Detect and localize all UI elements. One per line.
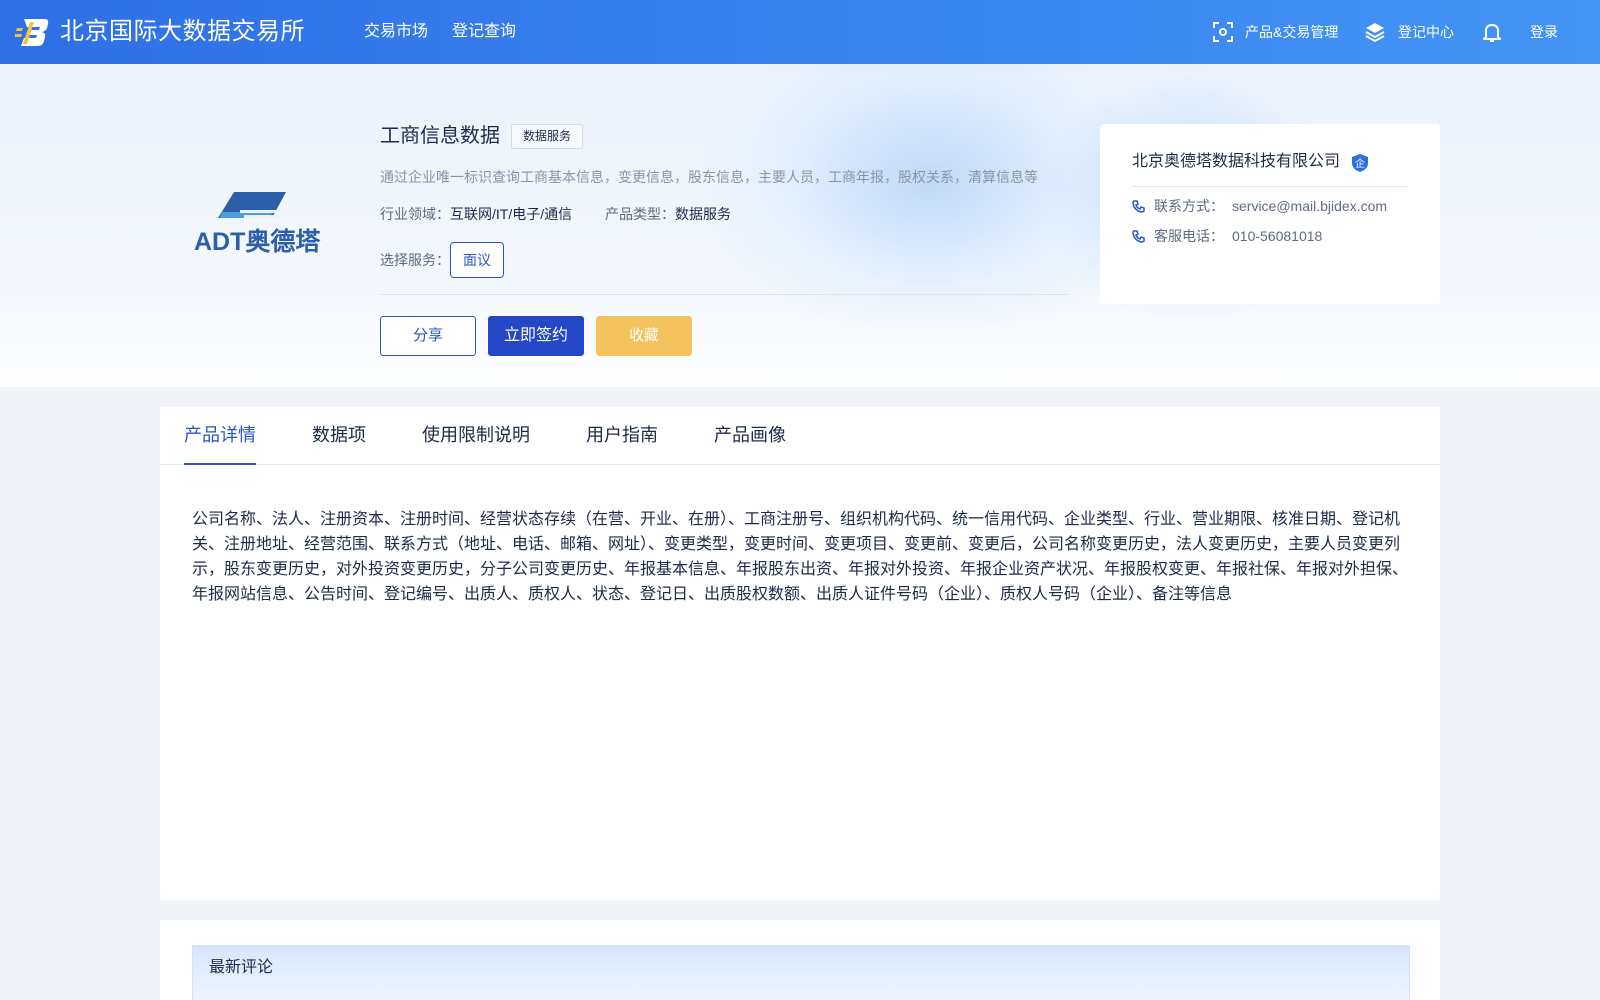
comments-title: 最新评论 (209, 959, 274, 976)
product-type-value: 数据服务 (675, 206, 731, 222)
top-navbar: 北京国际大数据交易所 交易市场 登记查询 产品&交易管理 登记中心 登录 (0, 0, 1600, 64)
seller-name[interactable]: 北京奥德塔数据科技有限公司 (1132, 150, 1340, 174)
contact-email[interactable]: service@mail.bjidex.com (1232, 196, 1387, 216)
service-label: 选择服务： (380, 252, 450, 268)
comments-header: 最新评论 (192, 945, 1410, 1000)
product-type-field: 产品类型：数据服务 (605, 204, 731, 224)
tab-product-details[interactable]: 产品详情 (184, 422, 256, 448)
service-option-negotiable[interactable]: 面议 (450, 242, 504, 278)
tab-user-guide[interactable]: 用户指南 (586, 422, 658, 448)
product-detail-text: 公司名称、法人、注册资本、注册时间、经营状态存续（在营、开业、在册）、工商注册号… (192, 511, 1409, 603)
tab-data-items[interactable]: 数据项 (312, 422, 366, 448)
svg-text:企: 企 (1355, 157, 1365, 170)
svg-text:ADT奥德塔: ADT奥德塔 (194, 227, 321, 256)
share-button[interactable]: 分享 (380, 316, 476, 356)
industry-label: 行业领域： (380, 206, 450, 222)
nav-trade-market[interactable]: 交易市场 (364, 20, 428, 44)
product-detail-panel: 产品详情 数据项 使用限制说明 用户指南 产品画像 公司名称、法人、注册资本、注… (160, 407, 1440, 900)
industry-value: 互联网/IT/电子/通信 (450, 206, 573, 222)
bjidex-logo-icon[interactable] (15, 16, 51, 48)
nav-registry-query[interactable]: 登记查询 (452, 20, 516, 44)
registry-center-link[interactable]: 登记中心 (1398, 20, 1454, 44)
login-link[interactable]: 登录 (1530, 20, 1558, 44)
industry-field: 行业领域：互联网/IT/电子/通信 (380, 204, 572, 224)
site-title[interactable]: 北京国际大数据交易所 (60, 16, 305, 48)
tab-product-profile[interactable]: 产品画像 (714, 422, 786, 448)
bell-icon[interactable] (1481, 21, 1503, 43)
adt-company-logo: ADT奥德塔 (194, 192, 321, 256)
product-type-label: 产品类型： (605, 206, 675, 222)
scan-icon (1213, 22, 1233, 42)
comments-section: 最新评论 (160, 920, 1440, 1000)
product-description: 通过企业唯一标识查询工商基本信息，变更信息，股东信息，主要人员，工商年报，股权关… (380, 169, 1038, 185)
product-type-tag: 数据服务 (511, 124, 584, 149)
divider (380, 294, 1068, 295)
seller-card: 北京奥德塔数据科技有限公司 企 联系方式： service@mail.bjide… (1100, 124, 1440, 304)
enterprise-verified-icon: 企 (1352, 154, 1368, 172)
phone-icon (1132, 230, 1145, 243)
detail-tabs: 产品详情 数据项 使用限制说明 用户指南 产品画像 (160, 407, 1440, 465)
phone-label: 客服电话： (1154, 228, 1224, 244)
product-trade-management-link[interactable]: 产品&交易管理 (1245, 20, 1338, 44)
sign-now-button[interactable]: 立即签约 (488, 316, 584, 356)
tab-usage-restrictions[interactable]: 使用限制说明 (422, 422, 530, 448)
phone-icon (1132, 200, 1145, 213)
contact-label: 联系方式： (1154, 198, 1224, 214)
product-title: 工商信息数据 (380, 125, 500, 147)
divider (1132, 186, 1408, 187)
favorite-button[interactable]: 收藏 (596, 316, 692, 356)
active-tab-indicator (184, 463, 256, 465)
layers-icon (1365, 23, 1385, 43)
service-phone: 010-56081018 (1232, 228, 1323, 244)
